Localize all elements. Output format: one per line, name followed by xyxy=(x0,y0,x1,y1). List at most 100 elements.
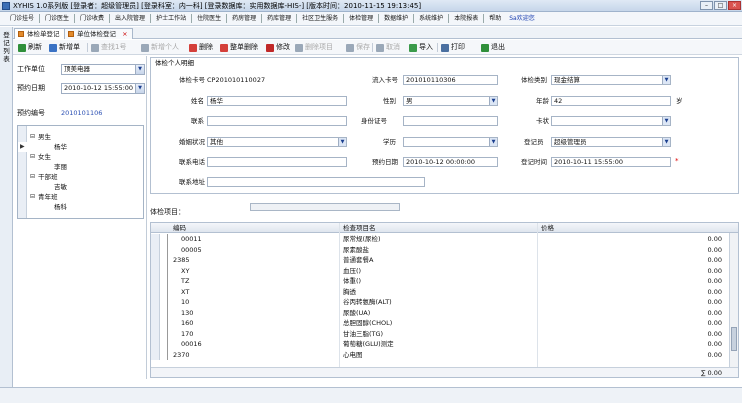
chevron-down-icon[interactable]: ▼ xyxy=(489,97,497,105)
table-row[interactable]: 00005 尿素酸盐 0.00 xyxy=(151,244,738,255)
menu-item[interactable]: 数据维护 xyxy=(380,12,412,25)
chevron-down-icon[interactable]: ▼ xyxy=(135,65,144,74)
tree-node-label: 李丽 xyxy=(54,163,67,171)
chevron-down-icon[interactable]: ▼ xyxy=(662,117,670,125)
tree-node[interactable]: 李丽 xyxy=(18,162,143,172)
flow-no-field[interactable]: 201010110306 xyxy=(403,75,498,85)
cell-name: 普通套餐A xyxy=(343,256,374,264)
tab-unit-checkup-register[interactable]: 单位体检登记 × xyxy=(64,28,133,39)
table-row[interactable]: 10 谷丙转氨酶(ALT) 0.00 xyxy=(151,297,738,308)
group-tree[interactable]: ⊟ 男生 杨华 ▶ ⊟ 女生 李丽 ⊟ 干部班 吉敏 ⊟ 青年班 杨科 xyxy=(17,125,144,219)
idno-field[interactable] xyxy=(403,116,498,126)
sex-select[interactable]: 男 ▼ xyxy=(403,96,498,106)
header-price[interactable]: 价格 xyxy=(541,223,554,233)
menu-item[interactable]: 药库管理 xyxy=(263,12,295,25)
toolbar-button-3[interactable]: 新增个人 xyxy=(141,42,179,53)
toolbar-button-4[interactable]: 删除 xyxy=(189,42,213,53)
cell-name: 体重() xyxy=(343,277,362,285)
maximize-icon[interactable]: □ xyxy=(714,1,727,10)
side-strip[interactable]: 登记列表 xyxy=(0,27,13,387)
toolbar-button-8[interactable]: 保存 xyxy=(346,42,370,53)
table-row[interactable]: XY 血压() 0.00 xyxy=(151,265,738,276)
phone-field[interactable] xyxy=(207,157,347,167)
edu-select[interactable]: ▼ xyxy=(403,137,498,147)
table-row[interactable]: 2370 心电图 0.00 xyxy=(151,349,738,360)
tab-close-icon[interactable]: × xyxy=(122,30,127,38)
required-marker: * xyxy=(675,157,679,165)
toolbar-button-7[interactable]: 删除项目 xyxy=(295,42,333,53)
menu-item[interactable]: 帮助 xyxy=(485,12,505,25)
table-row[interactable]: XT 胸透 0.00 xyxy=(151,286,738,297)
chevron-down-icon[interactable]: ▼ xyxy=(489,138,497,146)
appt-field[interactable]: 2010-10-12 00:00:00 xyxy=(403,157,498,167)
regtime-field[interactable]: 2010-10-11 15:55:00 xyxy=(551,157,671,167)
toolbar-button-0[interactable]: 刷新 xyxy=(18,42,42,53)
toolbar-button-2[interactable]: 查找1号 xyxy=(91,42,126,53)
toolbar-button-1[interactable]: 新增单 xyxy=(49,42,80,53)
title-bar: XYHIS 1.0系列版 [登录者：超级管理员] [登录科室：内一科] [登录数… xyxy=(0,0,742,12)
tree-node[interactable]: 杨科 xyxy=(18,202,143,212)
table-row[interactable]: 2385 普通套餐A 0.00 xyxy=(151,255,738,266)
date-select[interactable]: 2010-10-12 15:55:00 ▼ xyxy=(61,83,145,94)
menu-separator xyxy=(296,14,298,23)
menu-item[interactable]: 门诊医生 xyxy=(41,12,73,25)
toolbar-button-11[interactable]: 打印 xyxy=(441,42,465,53)
toolbar-button-12[interactable]: 退出 xyxy=(481,42,505,53)
chevron-down-icon[interactable]: ▼ xyxy=(135,84,144,93)
header-name[interactable]: 检查项目名 xyxy=(343,223,376,233)
tree-node[interactable]: ⊟ 干部班 xyxy=(18,172,143,182)
menu-item[interactable]: 护士工作站 xyxy=(152,12,190,25)
toolbar-button-10[interactable]: 导入 xyxy=(409,42,433,53)
tree-node[interactable]: ⊟ 女生 xyxy=(18,152,143,162)
close-icon[interactable]: × xyxy=(728,1,741,10)
menu-item[interactable]: 门诊收费 xyxy=(76,12,108,25)
unit-select[interactable]: 顶美电器 ▼ xyxy=(61,64,145,75)
addr-field[interactable] xyxy=(207,177,425,187)
toolbar-button-9[interactable]: 取消 xyxy=(376,42,400,53)
header-code[interactable]: 编码 xyxy=(173,223,186,233)
menu-item[interactable]: 系统维护 xyxy=(415,12,447,25)
tree-node[interactable]: ⊟ 男生 xyxy=(18,132,143,142)
table-row[interactable]: TZ 体重() 0.00 xyxy=(151,276,738,287)
collapse-icon[interactable]: ⊟ xyxy=(30,172,35,182)
collapse-icon[interactable]: ⊟ xyxy=(30,152,35,162)
menu-item[interactable]: 体检管理 xyxy=(345,12,377,25)
cell-code: 160 xyxy=(181,319,194,327)
table-row[interactable]: 00011 尿常规(尿检) 0.00 xyxy=(151,234,738,245)
chevron-down-icon[interactable]: ▼ xyxy=(662,138,670,146)
minimize-icon[interactable]: – xyxy=(700,1,713,10)
menu-item[interactable]: 住院医生 xyxy=(193,12,225,25)
type-select[interactable]: 现金结算 ▼ xyxy=(551,75,671,85)
collapse-icon[interactable]: ⊟ xyxy=(30,132,35,142)
tree-node[interactable]: ⊟ 青年班 xyxy=(18,192,143,202)
tree-node[interactable]: 吉敏 xyxy=(18,182,143,192)
mobile-field[interactable] xyxy=(207,116,347,126)
registrar-select[interactable]: 超级管理员 ▼ xyxy=(551,137,671,147)
name-field[interactable]: 杨华 xyxy=(207,96,347,106)
collapse-icon[interactable]: ⊟ xyxy=(30,192,35,202)
chevron-down-icon[interactable]: ▼ xyxy=(662,76,670,84)
menu-item[interactable]: 门诊挂号 xyxy=(6,12,38,25)
table-row[interactable]: 00016 葡萄糖(GLU)测定 0.00 xyxy=(151,339,738,350)
ic-select[interactable]: ▼ xyxy=(551,116,671,126)
menu-bar: 门诊挂号 门诊医生 门诊收费 出入院管理 护士工作站 住院医生 药房管理 药库管理 社区卫生服务… xyxy=(0,12,742,26)
table-row[interactable]: 170 甘油三脂(TG) 0.00 xyxy=(151,328,738,339)
tree-node[interactable]: 杨华 ▶ xyxy=(18,142,143,152)
menu-item[interactable]: 药房管理 xyxy=(228,12,260,25)
tab-checkup-register[interactable]: 体检单登记 xyxy=(14,28,65,39)
toolbar-button-5[interactable]: 整单删除 xyxy=(220,42,258,53)
marital-select[interactable]: 其他 ▼ xyxy=(207,137,347,147)
table-row[interactable]: 160 总胆固醇(CHOL) 0.00 xyxy=(151,318,738,329)
menu-item[interactable]: 社区卫生服务 xyxy=(298,12,342,25)
age-field[interactable]: 42 xyxy=(551,96,671,106)
table-row[interactable]: 130 尿酸(UA) 0.00 xyxy=(151,307,738,318)
menu-item[interactable]: 出入院管理 xyxy=(111,12,149,25)
cell-name: 甘油三脂(TG) xyxy=(343,329,384,338)
toolbar-button-6[interactable]: 修改 xyxy=(266,42,290,53)
cell-price: 0.00 xyxy=(707,287,722,296)
items-grid[interactable]: 编码 检查项目名 价格 ∑ 0.00 00011 尿常规(尿检) 0.00 00005… xyxy=(150,222,739,378)
cell-name: 谷丙转氨酶(ALT) xyxy=(343,298,392,306)
chevron-down-icon[interactable]: ▼ xyxy=(338,138,346,146)
menu-item[interactable]: 本院报表 xyxy=(450,12,482,25)
toolbar-separator xyxy=(372,43,373,52)
